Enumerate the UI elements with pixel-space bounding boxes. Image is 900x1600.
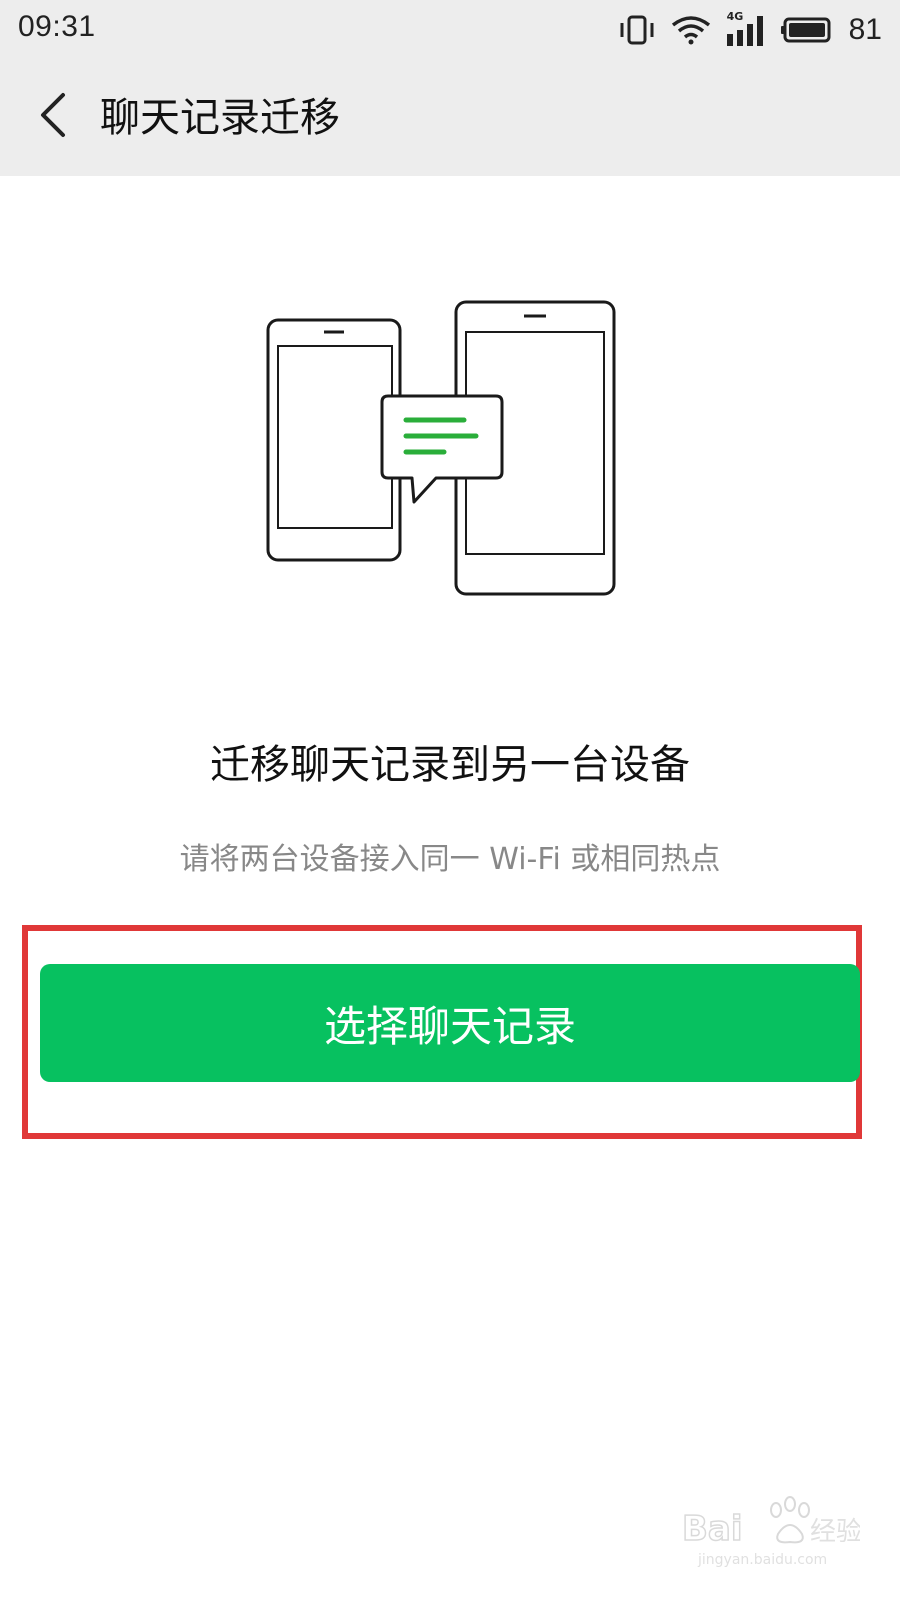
section-heading: 迁移聊天记录到另一台设备 — [210, 742, 690, 788]
wifi-icon — [671, 15, 711, 45]
battery-level: 81 — [848, 13, 882, 46]
svg-text:jingyan.baidu.com: jingyan.baidu.com — [697, 1552, 827, 1568]
chevron-left-icon — [37, 92, 67, 142]
cellular-signal-icon: 4G — [725, 10, 767, 48]
svg-text:经验: 经验 — [810, 1517, 860, 1547]
status-bar: 09:31 4G 81 — [0, 0, 900, 60]
select-chat-history-button[interactable]: 选择聊天记录 — [40, 964, 860, 1082]
svg-text:Bai: Bai — [682, 1509, 743, 1549]
status-icons: 4G 81 — [617, 6, 882, 54]
two-phones-transfer-illustration — [260, 300, 640, 610]
nav-bar: 聊天记录迁移 — [0, 60, 900, 176]
baidu-jingyan-watermark: Bai 经验 jingyan.baidu.com — [680, 1490, 862, 1570]
vibrate-icon — [617, 15, 657, 45]
status-time: 09:31 — [18, 10, 96, 43]
instruction-text: 请将两台设备接入同一 Wi-Fi 或相同热点 — [179, 842, 721, 877]
battery-icon — [780, 16, 835, 44]
back-button[interactable] — [22, 84, 82, 150]
page-title: 聊天记录迁移 — [100, 95, 340, 141]
